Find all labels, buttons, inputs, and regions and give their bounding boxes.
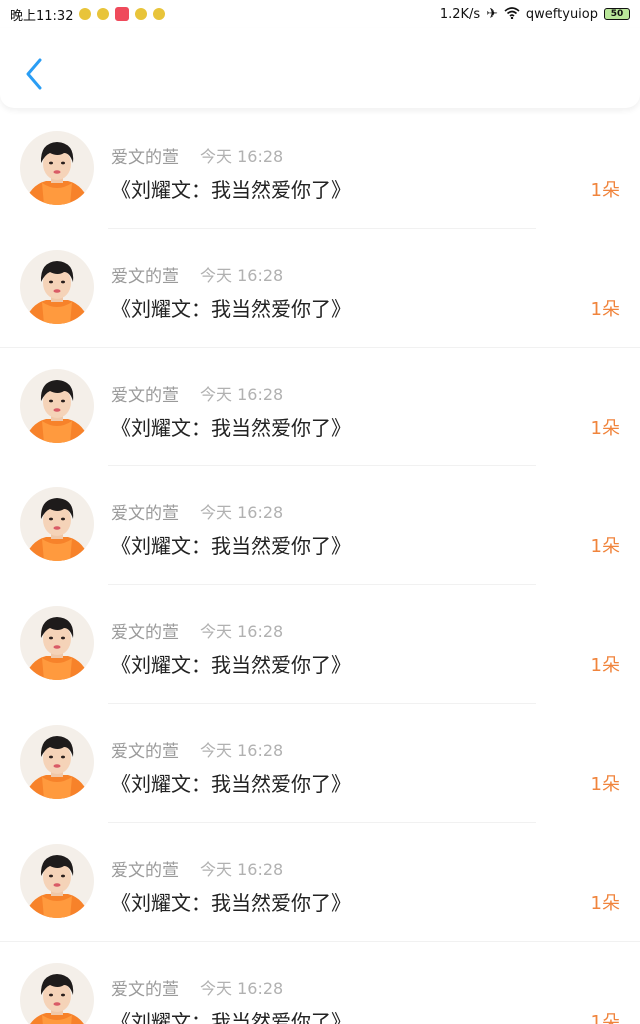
sender-name: 爱文的萱 [111,741,179,762]
message-text[interactable]: 《刘耀文：我当然爱你了》 [111,174,351,203]
header [0,28,640,108]
message-text[interactable]: 《刘耀文：我当然爱你了》 [111,412,351,441]
message-time: 今天 16:28 [200,622,284,642]
message-time: 今天 16:28 [200,740,284,760]
message-time: 今天 16:28 [200,147,284,166]
flower-count: 1朵 [590,892,620,914]
sender-name: 爱文的萱 [111,385,179,406]
message-time: 今天 16:28 [200,384,284,404]
message-text[interactable]: 《刘耀文：我当然爱你了》 [111,1006,351,1024]
avatar[interactable] [20,131,94,205]
message-text[interactable]: 《刘耀文：我当然爱你了》 [111,768,351,797]
message-list: 爱文的萱 今天 16:28 《刘耀文：我当然爱你了》 1朵 爱文的萱 今天 16… [0,110,640,1024]
status-bar: 晚上11:32 1.2K/s ✈ qweftyuiop 50 [0,0,640,28]
back-button[interactable] [20,56,48,92]
status-left: 晚上11:32 [10,5,166,24]
message-text[interactable]: 《刘耀文：我当然爱你了》 [111,649,351,678]
flower-count: 1朵 [590,773,620,795]
notification-icon [153,8,166,20]
message-time: 今天 16:28 [200,265,284,285]
list-item[interactable]: 爱文的萱 今天 16:28 《刘耀文：我当然爱你了》 1朵 [0,110,640,229]
status-right: 1.2K/s ✈ qweftyuiop 50 [440,6,630,22]
sender-name: 爱文的萱 [111,148,179,168]
avatar[interactable] [20,724,94,799]
flower-count: 1朵 [590,655,620,677]
app-notification-icon [115,7,130,21]
wifi-icon [504,6,520,22]
avatar[interactable] [20,843,94,918]
message-time: 今天 16:28 [200,978,284,998]
avatar[interactable] [20,368,94,443]
list-item[interactable]: 爱文的萱 今天 16:28 《刘耀文：我当然爱你了》 1朵 [0,348,640,467]
flower-count: 1朵 [590,536,620,558]
network-speed: 1.2K/s [439,6,481,22]
notification-icon [79,8,92,20]
sender-name: 爱文的萱 [111,860,179,881]
sender-name: 爱文的萱 [111,266,179,287]
avatar[interactable] [20,249,94,324]
list-item[interactable]: 爱文的萱 今天 16:28 《刘耀文：我当然爱你了》 1朵 [0,229,640,348]
message-text[interactable]: 《刘耀文：我当然爱你了》 [111,530,351,559]
flower-count: 1朵 [590,417,620,439]
list-item[interactable]: 爱文的萱 今天 16:28 《刘耀文：我当然爱你了》 1朵 [0,942,640,1024]
notification-icon [135,8,148,20]
avatar[interactable] [20,962,94,1024]
message-time: 今天 16:28 [200,503,284,523]
list-item[interactable]: 爱文的萱 今天 16:28 《刘耀文：我当然爱你了》 1朵 [0,585,640,704]
list-item[interactable]: 爱文的萱 今天 16:28 《刘耀文：我当然爱你了》 1朵 [0,823,640,942]
airplane-icon: ✈ [486,6,498,22]
notification-icon [97,8,110,20]
list-item[interactable]: 爱文的萱 今天 16:28 《刘耀文：我当然爱你了》 1朵 [0,704,640,823]
flower-count: 1朵 [590,1011,620,1024]
flower-count: 1朵 [590,298,620,320]
list-item[interactable]: 爱文的萱 今天 16:28 《刘耀文：我当然爱你了》 1朵 [0,466,640,586]
battery-icon: 50 [604,8,630,20]
avatar[interactable] [20,606,94,681]
sender-name: 爱文的萱 [111,623,179,644]
message-time: 今天 16:28 [200,859,284,879]
sender-name: 爱文的萱 [111,504,179,525]
chevron-left-icon [26,58,42,90]
carrier-name: qweftyuiop [525,6,598,22]
flower-count: 1朵 [590,180,620,201]
message-text[interactable]: 《刘耀文：我当然爱你了》 [111,293,351,322]
status-time: 晚上11:32 [10,8,74,24]
screen: 晚上11:32 1.2K/s ✈ qweftyuiop 50 爱文的萱 今天 1… [0,0,640,1024]
sender-name: 爱文的萱 [111,979,179,1000]
message-text[interactable]: 《刘耀文：我当然爱你了》 [111,887,351,916]
avatar[interactable] [20,487,94,562]
